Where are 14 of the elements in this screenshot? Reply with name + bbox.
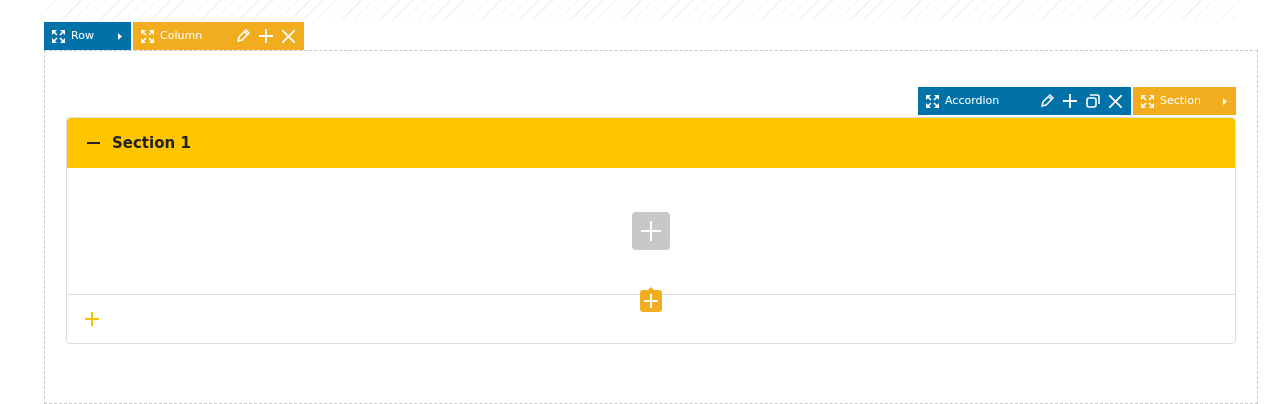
- toolbar-label[interactable]: Row: [65, 27, 100, 45]
- move-icon[interactable]: [52, 29, 65, 43]
- toolbar-label[interactable]: Accordion: [939, 92, 1006, 110]
- caret-icon[interactable]: [118, 32, 123, 40]
- move-icon[interactable]: [926, 94, 939, 108]
- edit-icon[interactable]: [1040, 94, 1054, 108]
- duplicate-icon[interactable]: [1086, 94, 1100, 108]
- insert-button[interactable]: [640, 285, 662, 312]
- accordion-header[interactable]: Section 1: [67, 118, 1235, 168]
- add-element-button[interactable]: [632, 212, 670, 250]
- add-icon[interactable]: [1063, 94, 1077, 108]
- section-title: Section 1: [112, 132, 191, 154]
- close-icon[interactable]: [1109, 94, 1122, 108]
- add-section-button[interactable]: [85, 312, 99, 326]
